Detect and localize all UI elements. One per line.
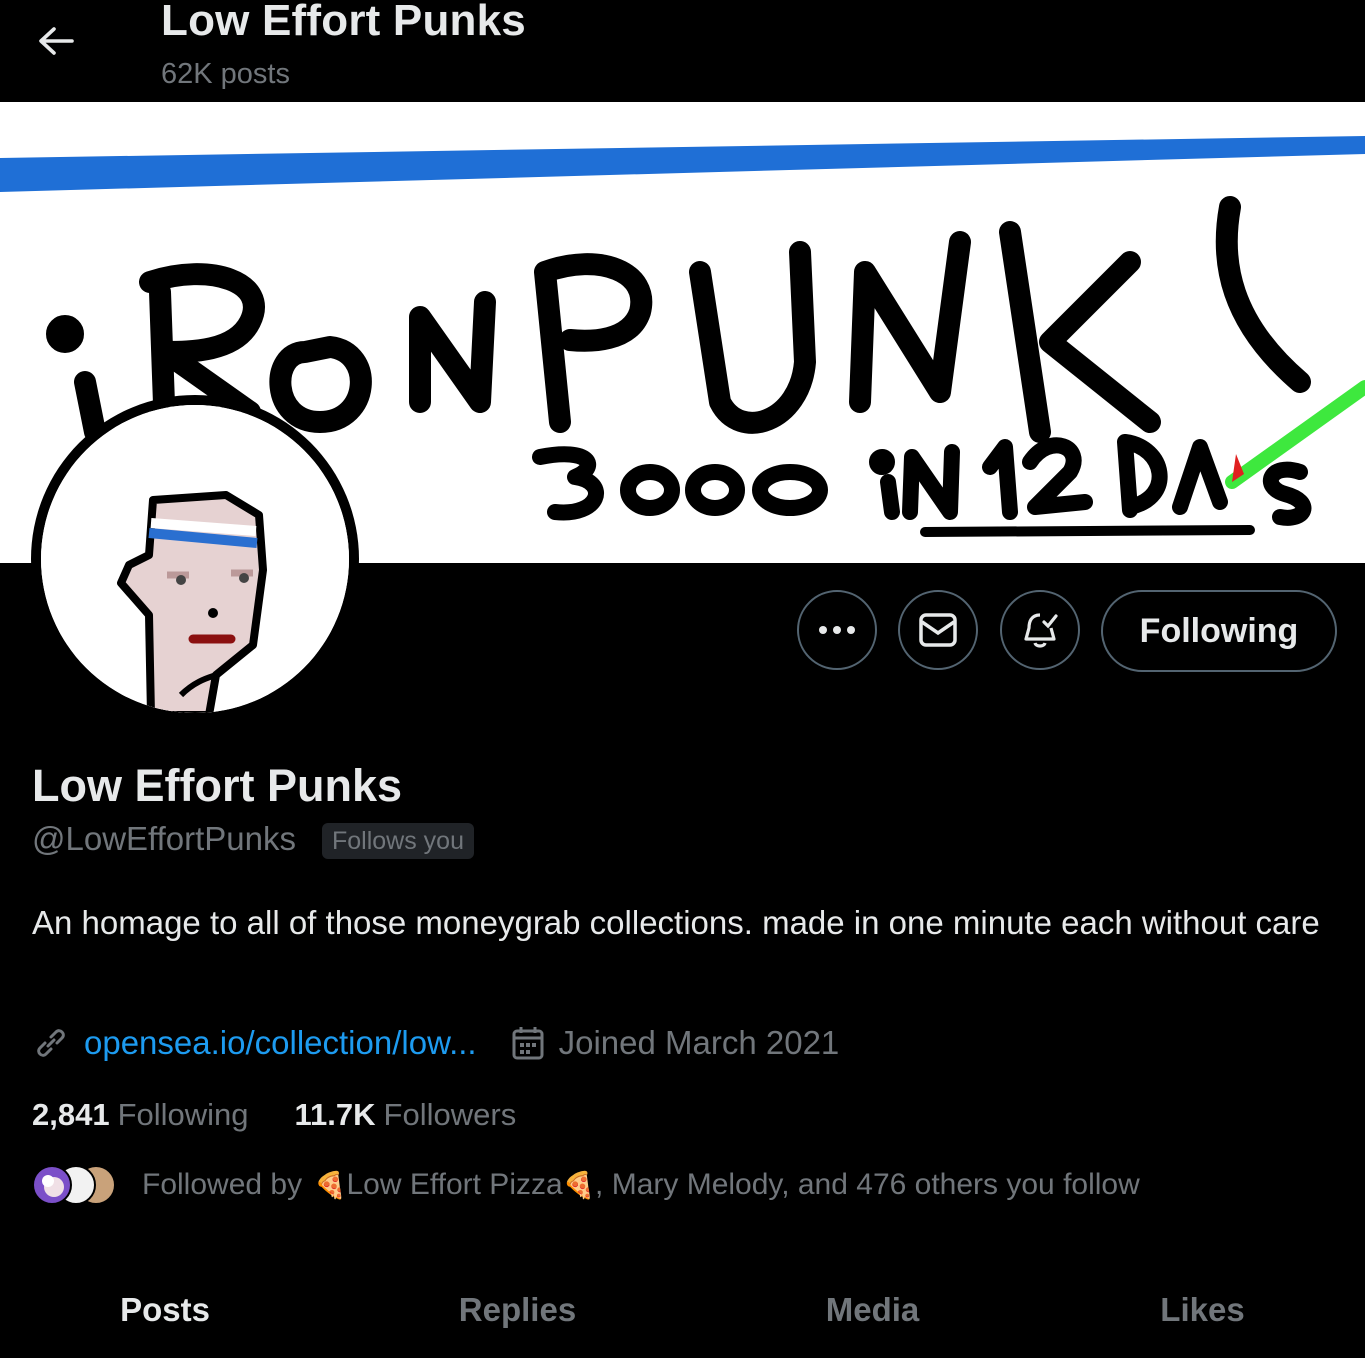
following-count: 2,841: [32, 1097, 110, 1132]
notifications-button[interactable]: [1000, 590, 1080, 670]
tab-media[interactable]: Media: [705, 1262, 1040, 1358]
followed-by-prefix: Followed by: [142, 1168, 303, 1201]
tab-replies[interactable]: Replies: [330, 1262, 705, 1358]
followers-label: Followers: [383, 1097, 517, 1132]
following-label: Following: [117, 1097, 249, 1132]
punk-avatar-image: [41, 405, 349, 713]
posts-count: 62K posts: [161, 58, 290, 90]
more-dots-icon: [819, 626, 855, 634]
follow-stats: 2,841 Following 11.7K Followers: [32, 1092, 516, 1138]
joined-date: Joined March 2021: [558, 1024, 840, 1061]
followed-by-row[interactable]: Followed by 🍕 Low Effort Pizza 🍕 , Mary …: [32, 1162, 1140, 1208]
tab-posts[interactable]: Posts: [0, 1262, 330, 1358]
bell-check-icon: [1024, 613, 1058, 648]
tab-likes[interactable]: Likes: [1040, 1262, 1365, 1358]
pizza-emoji: 🍕: [314, 1169, 347, 1200]
pizza-emoji: 🍕: [562, 1169, 596, 1200]
user-handle: @LowEffortPunks: [32, 820, 297, 857]
profile-meta: opensea.io/collection/low... Joined Marc…: [32, 1020, 839, 1066]
message-button[interactable]: [898, 590, 978, 670]
follows-you-badge: Follows you: [322, 823, 474, 859]
profile-tabs: Posts Replies Media Likes: [0, 1262, 1365, 1358]
followed-by-rest: , Mary Melody, and 476 others you follow: [595, 1168, 1140, 1201]
followers-stat[interactable]: 11.7K Followers: [295, 1097, 517, 1133]
website-link[interactable]: opensea.io/collection/low...: [84, 1024, 477, 1062]
display-name: Low Effort Punks: [32, 760, 402, 811]
more-options-button[interactable]: [797, 590, 877, 670]
mail-icon: [919, 613, 957, 647]
follower-avatar: [32, 1165, 72, 1205]
followers-count: 11.7K: [294, 1097, 376, 1132]
follower-avatars: [32, 1163, 116, 1207]
profile-bio: An homage to all of those moneygrab coll…: [32, 904, 1320, 941]
calendar-icon: [512, 1027, 544, 1060]
top-bar: Low Effort Punks 62K posts: [0, 0, 1365, 102]
back-button[interactable]: [26, 18, 86, 64]
following-stat[interactable]: 2,841 Following: [32, 1097, 249, 1133]
header-title: Low Effort Punks: [161, 0, 526, 45]
arrow-left-icon: [39, 27, 74, 55]
followed-by-name: Low Effort Pizza: [346, 1168, 563, 1201]
following-button[interactable]: Following: [1101, 590, 1337, 672]
link-icon: [37, 1029, 65, 1057]
profile-avatar[interactable]: [31, 395, 359, 723]
